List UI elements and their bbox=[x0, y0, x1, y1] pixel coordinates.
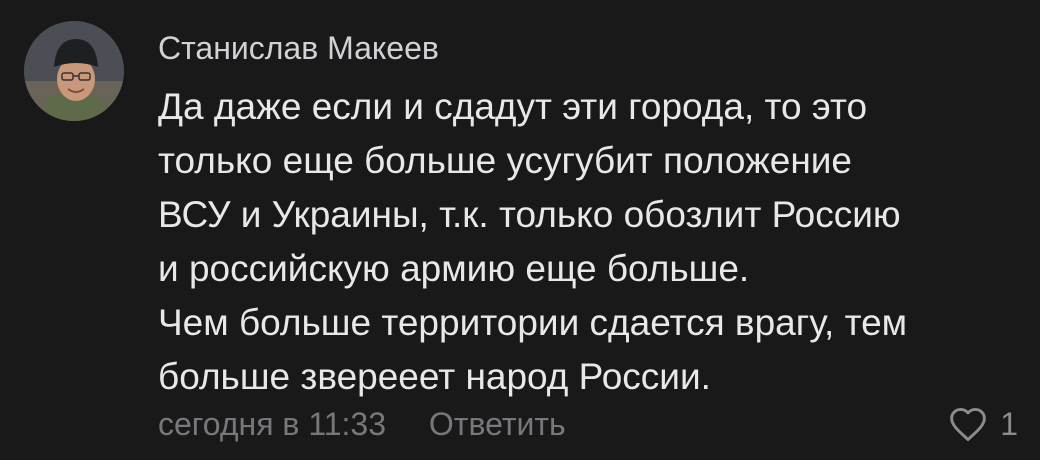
comment-text-line: только еще больше усугубит положение bbox=[158, 140, 853, 181]
reply-button[interactable]: Ответить bbox=[429, 406, 566, 442]
comment-text-line: ВСУ и Украины, т.к. только обозлит Росси… bbox=[158, 194, 901, 235]
comment-text-line: Чем больше территории сдается врагу, тем bbox=[158, 302, 908, 343]
like-button[interactable]: 1 bbox=[948, 402, 1018, 446]
author-name[interactable]: Станислав Макеев bbox=[158, 28, 439, 68]
like-count: 1 bbox=[1000, 405, 1018, 442]
heart-outline-icon bbox=[948, 406, 1000, 442]
avatar[interactable] bbox=[24, 21, 124, 121]
comment-text-line: больше зверееет народ России. bbox=[158, 356, 711, 397]
comment-item: Станислав Макеев Да даже если и сдадут э… bbox=[0, 0, 1040, 460]
timestamp: сегодня в 11:33 bbox=[158, 406, 387, 442]
comment-footer: сегодня в 11:33 Ответить bbox=[158, 402, 566, 446]
comment-text-line: и российскую армию еще больше. bbox=[158, 248, 750, 289]
comment-text-line: Да даже если и сдадут эти города, то это bbox=[158, 86, 868, 127]
comment-text: Да даже если и сдадут эти города, то это… bbox=[158, 80, 1018, 404]
